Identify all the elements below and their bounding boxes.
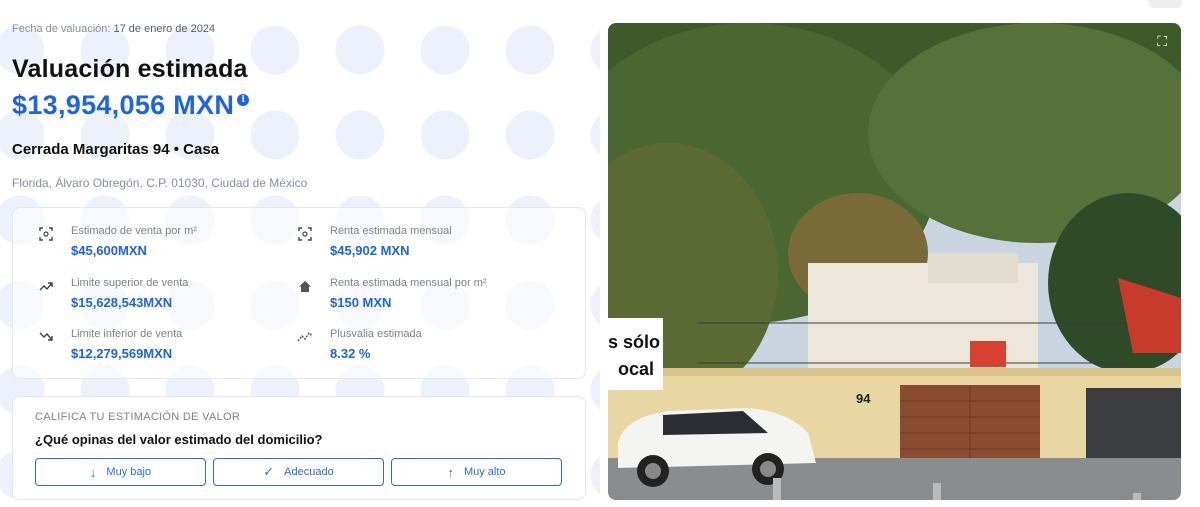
info-icon[interactable]: i bbox=[237, 94, 250, 106]
stat-value: $15,628,543MXN bbox=[71, 295, 173, 310]
chart-line-icon bbox=[296, 328, 314, 346]
rating-card: CALIFICA TU ESTIMACIÓN DE VALOR ¿Qué opi… bbox=[12, 396, 586, 500]
button-label: Adecuado bbox=[284, 466, 334, 478]
arrow-down-icon: ↓ bbox=[89, 464, 97, 480]
property-location: Florida, Álvaro Obregón, C.P. 01030, Ciu… bbox=[12, 176, 308, 190]
stat-label: Plusvalia estimada bbox=[330, 328, 422, 340]
stat-monthly-rent: Renta estimada mensual $45,902 MXN bbox=[296, 225, 452, 258]
rate-very-high-button[interactable]: ↑ Muy alto bbox=[391, 458, 562, 486]
rating-heading: CALIFICA TU ESTIMACIÓN DE VALOR bbox=[35, 411, 241, 423]
rating-question: ¿Qué opinas del valor estimado del domic… bbox=[35, 432, 323, 447]
rate-adequate-button[interactable]: ✓ Adecuado bbox=[213, 458, 384, 486]
stat-rent-per-m2: Renta estimada mensual por m² $150 MXN bbox=[296, 277, 487, 310]
corner-button[interactable] bbox=[1148, 0, 1182, 8]
estimated-price: $13,954,056 MXN bbox=[12, 90, 235, 120]
stat-value: $150 MXN bbox=[330, 295, 392, 310]
check-icon: ✓ bbox=[263, 464, 275, 479]
trend-up-icon bbox=[37, 277, 55, 295]
banner-line-2: ocal bbox=[618, 359, 654, 379]
expand-icon[interactable]: ⛶ bbox=[1157, 33, 1167, 50]
rate-very-low-button[interactable]: ↓ Muy bajo bbox=[35, 458, 206, 486]
scan-area-icon bbox=[37, 225, 55, 243]
scan-area-icon bbox=[296, 225, 314, 243]
stat-lower-limit: Limite inferior de venta $12,279,569MXN bbox=[37, 328, 182, 361]
arrow-up-icon: ↑ bbox=[447, 464, 454, 480]
trend-down-icon bbox=[37, 328, 55, 346]
stat-sale-per-m2: Estimado de venta por m² $45,600MXN bbox=[37, 225, 197, 258]
property-address: Cerrada Margaritas 94 • Casa bbox=[12, 141, 220, 158]
stat-label: Renta estimada mensual por m² bbox=[330, 277, 487, 289]
stat-label: Limite superior de venta bbox=[71, 277, 189, 289]
house-number: 94 bbox=[856, 391, 871, 406]
banner-line-1: s sólo bbox=[608, 332, 660, 352]
valuation-date-value: 17 de enero de 2024 bbox=[113, 23, 216, 35]
valuation-date: Fecha de valuación: 17 de enero de 2024 bbox=[12, 23, 215, 35]
stat-label: Estimado de venta por m² bbox=[71, 225, 197, 237]
stat-value: $45,902 MXN bbox=[330, 243, 410, 258]
stats-card: Estimado de venta por m² $45,600MXN Rent… bbox=[12, 207, 586, 379]
street-view-image: 94 s sólo ocal bbox=[608, 23, 1181, 500]
stat-value: $12,279,569MXN bbox=[71, 346, 173, 361]
stat-label: Renta estimada mensual bbox=[330, 225, 452, 237]
home-icon bbox=[296, 277, 314, 295]
page-title: Valuación estimada bbox=[12, 55, 248, 83]
valuation-date-label: Fecha de valuación: bbox=[12, 23, 111, 35]
button-label: Muy alto bbox=[463, 466, 506, 478]
stat-upper-limit: Limite superior de venta $15,628,543MXN bbox=[37, 277, 188, 310]
button-label: Muy bajo bbox=[106, 466, 152, 478]
valuation-panel: Fecha de valuación: 17 de enero de 2024 … bbox=[12, 0, 588, 507]
stat-value: $45,600MXN bbox=[71, 243, 147, 258]
stat-value: 8.32 % bbox=[330, 346, 371, 361]
price-row: $13,954,056 MXN i bbox=[12, 90, 250, 121]
stat-appreciation: Plusvalia estimada 8.32 % bbox=[296, 328, 422, 361]
property-photo[interactable]: 94 s sólo ocal ⛶ bbox=[608, 23, 1181, 500]
stat-label: Limite inferior de venta bbox=[71, 328, 183, 340]
